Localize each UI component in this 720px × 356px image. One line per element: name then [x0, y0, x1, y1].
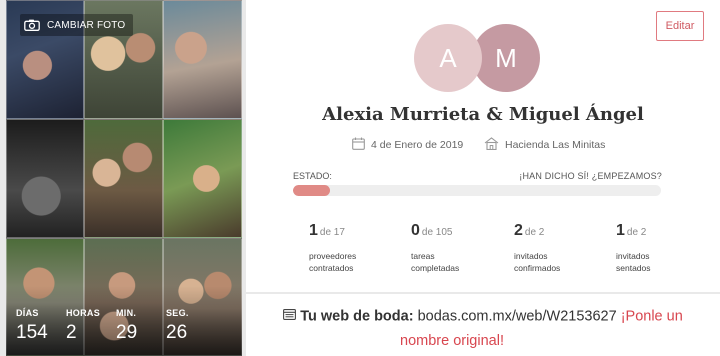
- change-photo-button[interactable]: CAMBIAR FOTO: [20, 14, 134, 36]
- stat-total: de 2: [626, 227, 647, 238]
- countdown-value: 154: [16, 322, 48, 343]
- countdown-hours: HORAS 2: [66, 308, 116, 344]
- stat-vendors[interactable]: 1 de 17 proveedores contratados: [309, 222, 409, 274]
- status-progress-bar: [293, 185, 661, 196]
- couple-name: Alexia Murrieta & Miguel Ángel: [322, 104, 644, 125]
- avatar-groom: M: [472, 24, 540, 92]
- countdown-seconds: SEG. 26: [166, 308, 216, 344]
- wedding-countdown: DÍAS 154 HORAS 2 MIN. 29 SEG. 26: [16, 308, 216, 344]
- couple-photo-4: [6, 119, 84, 238]
- stat-total: de 2: [524, 227, 545, 238]
- wedding-web-line: Tu web de boda: bodas.com.mx/web/W215362…: [246, 304, 720, 354]
- rename-web-link-line2[interactable]: nombre original!: [246, 329, 720, 354]
- venue-icon: [484, 137, 499, 153]
- stat-guests-confirmed[interactable]: 2 de 2 invitados confirmados: [514, 222, 614, 274]
- wedding-web-label: Tu web de boda:: [300, 308, 414, 325]
- wedding-date: 4 de Enero de 2019: [352, 137, 463, 153]
- countdown-label: HORAS: [66, 308, 101, 318]
- stat-tasks[interactable]: 0 de 105 tareas completadas: [411, 222, 511, 274]
- couple-profile-card: Editar A M Alexia Murrieta & Miguel Ánge…: [246, 0, 720, 292]
- countdown-label: DÍAS: [16, 308, 39, 318]
- couple-photo-5: [84, 119, 163, 238]
- stat-count: 2: [514, 222, 523, 239]
- cover-photo-collage: [6, 0, 242, 356]
- status-progress-fill: [293, 185, 330, 196]
- status-label: ESTADO:: [293, 171, 332, 181]
- countdown-minutes: MIN. 29: [116, 308, 166, 344]
- edit-button[interactable]: Editar: [656, 11, 704, 41]
- stat-total: de 105: [421, 227, 453, 238]
- calendar-icon: [352, 137, 365, 153]
- couple-photo-3: [163, 0, 242, 119]
- countdown-value: 29: [116, 322, 138, 343]
- stat-description: invitados confirmados: [514, 251, 561, 273]
- couple-photo-6: [163, 119, 242, 238]
- stat-count: 0: [411, 222, 420, 239]
- countdown-value: 2: [66, 322, 77, 343]
- avatar-bride: A: [414, 24, 482, 92]
- wedding-web-bar: Tu web de boda: bodas.com.mx/web/W215362…: [246, 294, 720, 356]
- rename-web-link[interactable]: ¡Ponle un: [621, 308, 683, 324]
- status-cta-link[interactable]: ¡HAN DICHO SÍ! ¿EMPEZAMOS?: [519, 171, 662, 181]
- countdown-label: MIN.: [116, 308, 137, 318]
- stat-description: invitados sentados: [616, 251, 651, 273]
- wedding-web-url[interactable]: bodas.com.mx/web/W2153627: [418, 308, 617, 324]
- stat-description: proveedores contratados: [309, 251, 357, 273]
- stat-total: de 17: [319, 227, 345, 238]
- wedding-venue-text: Hacienda Las Minitas: [505, 139, 606, 151]
- change-photo-label: CAMBIAR FOTO: [47, 19, 126, 31]
- countdown-value: 26: [166, 322, 188, 343]
- wedding-date-text: 4 de Enero de 2019: [371, 139, 464, 151]
- stat-count: 1: [616, 222, 625, 239]
- camera-icon: [24, 19, 40, 31]
- stat-description: tareas completadas: [411, 251, 460, 273]
- countdown-days: DÍAS 154: [16, 308, 66, 344]
- countdown-label: SEG.: [166, 308, 189, 318]
- web-browser-icon: [283, 304, 297, 329]
- stat-count: 1: [309, 222, 318, 239]
- wedding-venue: Hacienda Las Minitas: [484, 137, 605, 153]
- stat-guests-seated[interactable]: 1 de 2 invitados sentados: [616, 222, 716, 274]
